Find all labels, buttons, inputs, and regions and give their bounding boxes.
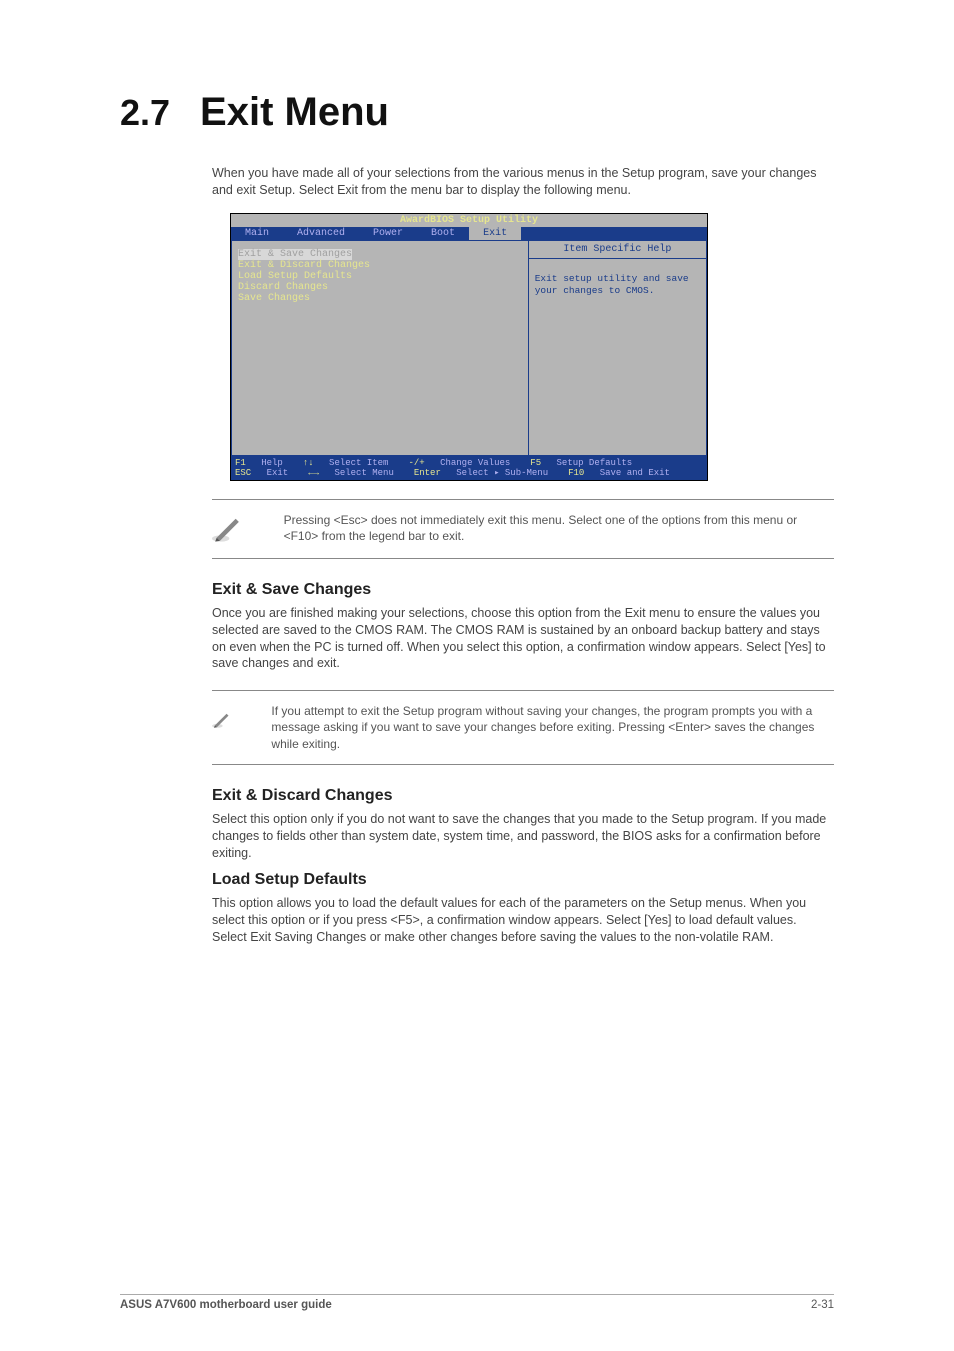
key-leftright: ←→ — [308, 468, 319, 478]
body-exit-discard: Select this option only if you do not wa… — [212, 811, 834, 862]
bios-footer-legend: F1 Help ↑↓ Select Item -/+ Change Values… — [231, 456, 707, 480]
body-load-defaults: This option allows you to load the defau… — [212, 895, 834, 946]
subheading-load-defaults: Load Setup Defaults — [212, 871, 834, 889]
section-number: 2.7 — [120, 92, 170, 134]
key-enter: Enter — [414, 468, 441, 478]
legend-save-and-exit: Save and Exit — [600, 468, 670, 478]
bios-tab-bar: Main Advanced Power Boot Exit — [231, 227, 707, 240]
subheading-exit-discard: Exit & Discard Changes — [212, 787, 834, 805]
bios-screenshot: AwardBIOS Setup Utility Main Advanced Po… — [230, 213, 708, 481]
key-f10: F10 — [568, 468, 584, 478]
key-f5: F5 — [530, 458, 541, 468]
legend-help: Help — [261, 458, 283, 468]
legend-select-menu: Select Menu — [334, 468, 393, 478]
bios-help-title: Item Specific Help — [529, 241, 706, 259]
tab-exit[interactable]: Exit — [469, 227, 521, 240]
key-f1: F1 — [235, 458, 246, 468]
key-esc: ESC — [235, 468, 251, 478]
tab-power[interactable]: Power — [359, 227, 417, 240]
legend-exit: Exit — [267, 468, 289, 478]
subheading-exit-save: Exit & Save Changes — [212, 581, 834, 599]
legend-change-values: Change Values — [440, 458, 510, 468]
legend-select-item: Select Item — [329, 458, 388, 468]
legend-setup-defaults: Setup Defaults — [557, 458, 633, 468]
page-footer: ASUS A7V600 motherboard user guide 2-31 — [120, 1294, 834, 1311]
section-title: Exit Menu — [200, 90, 389, 135]
bios-help-panel: Item Specific Help Exit setup utility an… — [528, 240, 707, 456]
footer-page-number: 2-31 — [811, 1299, 834, 1311]
tab-advanced[interactable]: Advanced — [283, 227, 359, 240]
note-callout-2: If you attempt to exit the Setup program… — [212, 690, 834, 765]
bios-help-body: Exit setup utility and save your changes… — [529, 259, 706, 311]
key-updown: ↑↓ — [303, 458, 314, 468]
note-callout-1: Pressing <Esc> does not immediately exit… — [212, 499, 834, 559]
footer-doc-title: ASUS A7V600 motherboard user guide — [120, 1299, 332, 1311]
menu-discard-changes[interactable]: Discard Changes — [238, 282, 522, 293]
note-text-2: If you attempt to exit the Setup program… — [271, 703, 834, 752]
note-text-1: Pressing <Esc> does not immediately exit… — [284, 512, 834, 544]
menu-exit-save-changes[interactable]: Exit & Save Changes — [238, 249, 352, 260]
menu-save-changes[interactable]: Save Changes — [238, 293, 522, 304]
bios-menu-panel: Exit & Save Changes Exit & Discard Chang… — [231, 240, 528, 456]
note-pen-icon — [212, 703, 231, 737]
note-pen-icon — [212, 512, 244, 546]
body-exit-save: Once you are finished making your select… — [212, 605, 834, 673]
menu-exit-discard-changes[interactable]: Exit & Discard Changes — [238, 260, 522, 271]
legend-select-submenu: Select ▸ Sub-Menu — [456, 468, 548, 478]
key-plusminus: -/+ — [408, 458, 424, 468]
bios-window-title: AwardBIOS Setup Utility — [231, 214, 707, 227]
intro-paragraph: When you have made all of your selection… — [212, 165, 834, 199]
tab-main[interactable]: Main — [231, 227, 283, 240]
menu-load-setup-defaults[interactable]: Load Setup Defaults — [238, 271, 522, 282]
tab-boot[interactable]: Boot — [417, 227, 469, 240]
